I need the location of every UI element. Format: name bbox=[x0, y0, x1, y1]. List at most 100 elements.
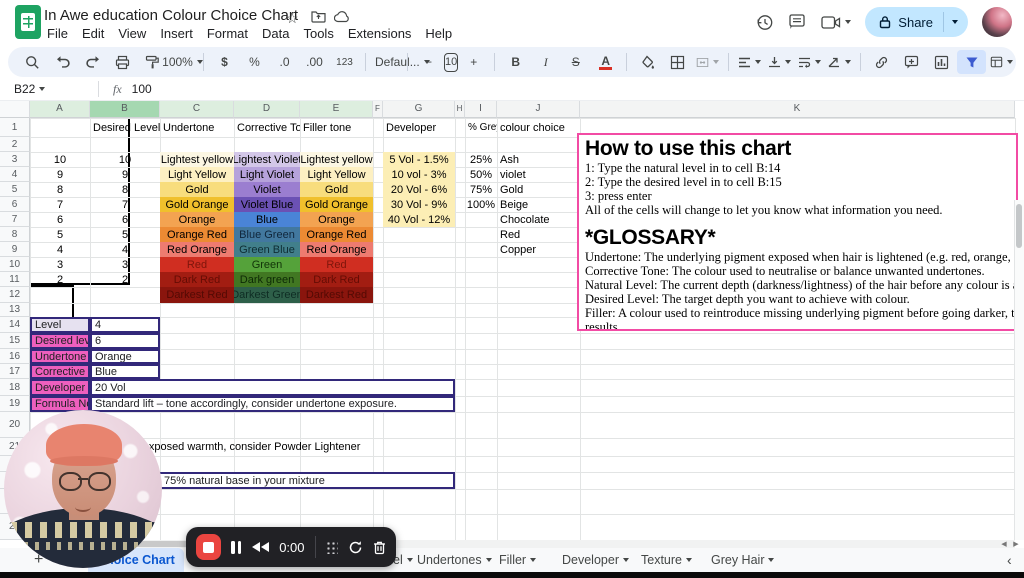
scroll-left-icon[interactable]: ◀ bbox=[999, 541, 1009, 548]
column-header-J[interactable]: J bbox=[497, 100, 580, 118]
menu-item-extensions[interactable]: Extensions bbox=[341, 25, 419, 42]
cell-I5[interactable]: 75% bbox=[465, 182, 497, 197]
font-size-input[interactable]: 10 bbox=[444, 52, 459, 72]
text-wrap-button[interactable] bbox=[795, 50, 824, 74]
cell-A7[interactable]: 6 bbox=[30, 212, 90, 227]
decrease-decimal-button[interactable]: .0 bbox=[270, 50, 299, 74]
format-percent-button[interactable]: % bbox=[240, 50, 269, 74]
cell-I4[interactable]: 50% bbox=[465, 167, 497, 182]
decrease-font-size-button[interactable]: − bbox=[414, 50, 443, 74]
form-value-18[interactable]: 20 Vol bbox=[90, 379, 455, 396]
cell-B8[interactable]: 5 bbox=[90, 227, 160, 242]
restart-recording-button[interactable] bbox=[348, 540, 363, 555]
row-header-1[interactable]: 1 bbox=[0, 118, 30, 137]
cell-J7[interactable]: Chocolate bbox=[497, 212, 580, 227]
sheet-tab-filler[interactable]: Filler bbox=[490, 548, 545, 572]
cell-A9[interactable]: 4 bbox=[30, 242, 90, 257]
cell-B1[interactable]: Desired Level bbox=[90, 118, 160, 137]
rewind-button[interactable] bbox=[251, 542, 270, 552]
row-header-7[interactable]: 7 bbox=[0, 212, 30, 227]
cell-C3[interactable]: Lightest yellow bbox=[160, 152, 234, 167]
row-header-6[interactable]: 6 bbox=[0, 197, 30, 212]
cell-C7[interactable]: Orange bbox=[160, 212, 234, 227]
italic-button[interactable]: I bbox=[531, 50, 560, 74]
tab-caret-icon[interactable] bbox=[768, 558, 775, 562]
cell-B7[interactable]: 6 bbox=[90, 212, 160, 227]
column-header-I[interactable]: I bbox=[465, 100, 497, 118]
form-label-undertone[interactable]: Undertone bbox=[30, 349, 90, 364]
cell-E9[interactable]: Red Orange bbox=[300, 242, 373, 257]
tab-caret-icon[interactable] bbox=[686, 558, 692, 562]
cell-J1[interactable]: colour choice bbox=[497, 118, 580, 137]
cell-D8[interactable]: Blue Green bbox=[234, 227, 300, 242]
stop-recording-button[interactable] bbox=[196, 534, 222, 560]
cell-D4[interactable]: Light Violet bbox=[234, 167, 300, 182]
cell-J4[interactable]: violet bbox=[497, 167, 580, 182]
zoom-select[interactable]: 100% bbox=[162, 50, 203, 74]
redo-button[interactable] bbox=[78, 50, 107, 74]
menu-item-help[interactable]: Help bbox=[418, 25, 459, 42]
move-folder-icon[interactable] bbox=[311, 10, 326, 23]
borders-button[interactable] bbox=[663, 50, 692, 74]
form-value-16[interactable]: Orange bbox=[90, 349, 160, 364]
cell-G7[interactable]: 40 Vol - 12% bbox=[383, 212, 455, 227]
cell-C5[interactable]: Gold bbox=[160, 182, 234, 197]
table-views-button[interactable] bbox=[987, 50, 1016, 74]
cell-A5[interactable]: 8 bbox=[30, 182, 90, 197]
horizontal-align-button[interactable] bbox=[735, 50, 764, 74]
row-header-13[interactable]: 13 bbox=[0, 303, 30, 317]
bold-button[interactable]: B bbox=[501, 50, 530, 74]
user-avatar[interactable] bbox=[982, 7, 1012, 37]
cell-B9[interactable]: 4 bbox=[90, 242, 160, 257]
row-header-12[interactable]: 12 bbox=[0, 287, 30, 303]
row-header-14[interactable]: 14 bbox=[0, 317, 30, 333]
cell-A10[interactable]: 3 bbox=[30, 257, 90, 272]
row-header-3[interactable]: 3 bbox=[0, 152, 30, 167]
cell-C12[interactable]: Darkest Red bbox=[160, 287, 234, 303]
insert-comment-button[interactable] bbox=[897, 50, 926, 74]
column-header-K[interactable]: K bbox=[580, 100, 1015, 118]
share-button[interactable]: Share bbox=[865, 7, 968, 37]
form-label-corrective-to[interactable]: Corrective to bbox=[30, 364, 90, 379]
drag-handle-icon[interactable] bbox=[325, 540, 338, 554]
info-box[interactable]: How to use this chart 1: Type the natura… bbox=[577, 133, 1018, 331]
cell-E12[interactable]: Darkest Red bbox=[300, 287, 373, 303]
sheet-tab-undertones[interactable]: Undertones bbox=[408, 548, 501, 572]
functions-button[interactable]: Σ bbox=[1017, 50, 1024, 74]
sheet-tab-texture[interactable]: Texture bbox=[632, 548, 701, 572]
cell-C10[interactable]: Red bbox=[160, 257, 234, 272]
row-header-11[interactable]: 11 bbox=[0, 272, 30, 287]
cell-J9[interactable]: Copper bbox=[497, 242, 580, 257]
format-currency-button[interactable]: $ bbox=[210, 50, 239, 74]
cell-C4[interactable]: Light Yellow bbox=[160, 167, 234, 182]
column-header-E[interactable]: E bbox=[300, 100, 373, 118]
strikethrough-button[interactable]: S bbox=[561, 50, 590, 74]
cell-A4[interactable]: 9 bbox=[30, 167, 90, 182]
cell-E3[interactable]: Lightest yellow bbox=[300, 152, 373, 167]
fill-color-button[interactable] bbox=[633, 50, 662, 74]
create-filter-button[interactable] bbox=[957, 50, 987, 74]
row-header-16[interactable]: 16 bbox=[0, 349, 30, 364]
comments-icon[interactable] bbox=[788, 13, 807, 31]
tab-scroll-left-button[interactable]: ‹ bbox=[998, 548, 1021, 572]
menu-item-format[interactable]: Format bbox=[200, 25, 255, 42]
print-button[interactable] bbox=[108, 50, 137, 74]
cell-D10[interactable]: Green bbox=[234, 257, 300, 272]
sheet-tab-grey-hair[interactable]: Grey Hair bbox=[702, 548, 783, 572]
cell-E6[interactable]: Gold Orange bbox=[300, 197, 373, 212]
horizontal-scrollbar[interactable] bbox=[30, 540, 1015, 548]
menu-item-tools[interactable]: Tools bbox=[296, 25, 340, 42]
cell-E8[interactable]: Orange Red bbox=[300, 227, 373, 242]
form-value-17[interactable]: Blue bbox=[90, 364, 160, 379]
form-label-level[interactable]: Level bbox=[30, 317, 90, 333]
sheets-logo-icon[interactable] bbox=[15, 5, 41, 39]
vertical-align-button[interactable] bbox=[765, 50, 794, 74]
cell-E4[interactable]: Light Yellow bbox=[300, 167, 373, 182]
row-header-17[interactable]: 17 bbox=[0, 364, 30, 379]
form-label-developer[interactable]: Developer bbox=[30, 379, 90, 396]
menu-item-insert[interactable]: Insert bbox=[153, 25, 200, 42]
scroll-right-icon[interactable]: ▶ bbox=[1011, 541, 1021, 548]
webcam-overlay[interactable] bbox=[4, 410, 162, 568]
cell-B3[interactable]: 10 bbox=[90, 152, 160, 167]
form-value-19[interactable]: Standard lift – tone accordingly, consid… bbox=[90, 396, 455, 412]
